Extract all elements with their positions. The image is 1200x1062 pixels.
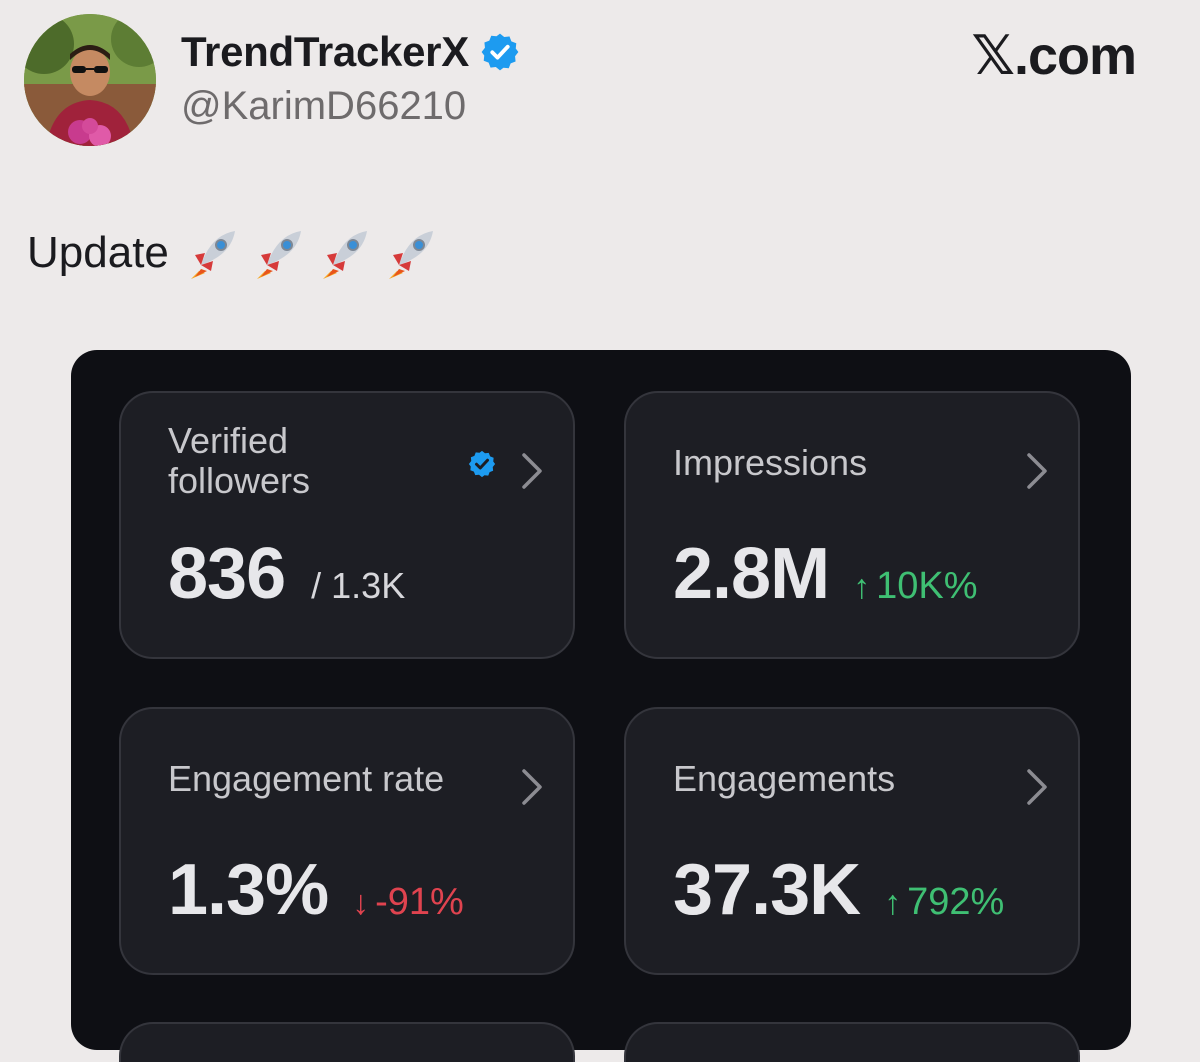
stat-card-verified-followers[interactable]: Verified followers 836 / 1.3K — [119, 391, 575, 659]
stat-value: 1.3% — [168, 850, 329, 930]
display-name-text: TrendTrackerX — [181, 28, 469, 75]
stat-card-impressions[interactable]: Impressions 2.8M ↑ 10K% — [624, 391, 1080, 659]
card-title: Impressions — [673, 442, 868, 483]
stat-delta: ↑ 792% — [884, 881, 1004, 924]
delta-value: 10K% — [876, 565, 978, 607]
card-title: Verified followers — [168, 421, 310, 501]
stat-total: / 1.3K — [311, 565, 406, 606]
card-value-row: 37.3K ↑ 792% — [673, 849, 1004, 931]
x-logo: 𝕏.com — [971, 26, 1137, 86]
stat-value: 37.3K — [673, 850, 861, 930]
card-title-line1: Verified — [168, 420, 289, 461]
profile-photo — [24, 14, 156, 146]
chevron-right-icon — [522, 769, 542, 805]
stat-card-engagements[interactable]: Engagements 37.3K ↑ 792% — [624, 707, 1080, 975]
post-text-content: Update — [27, 228, 169, 277]
chevron-right-icon — [1027, 769, 1047, 805]
stat-delta: ↓ -91% — [352, 881, 464, 924]
verified-badge-icon — [479, 31, 521, 73]
stat-delta: ↑ 10K% — [853, 565, 977, 608]
verified-badge-icon — [468, 450, 496, 478]
stat-value: 836 — [168, 534, 286, 614]
rocket-icon — [190, 231, 235, 279]
author-display-name[interactable]: TrendTrackerX — [181, 28, 521, 76]
rocket-icon — [388, 231, 433, 279]
stat-card-partial[interactable] — [119, 1022, 575, 1062]
stat-card-partial[interactable] — [624, 1022, 1080, 1062]
delta-value: -91% — [375, 881, 464, 923]
chevron-right-icon — [522, 453, 542, 489]
rocket-icon — [256, 231, 301, 279]
stat-card-engagement-rate[interactable]: Engagement rate 1.3% ↓ -91% — [119, 707, 575, 975]
author-handle[interactable]: @KarimD66210 — [181, 84, 466, 129]
avatar[interactable] — [24, 14, 156, 146]
stat-value: 2.8M — [673, 534, 830, 614]
card-title: Engagement rate — [168, 758, 445, 799]
card-title-line2: followers — [168, 460, 311, 501]
card-value-row: 2.8M ↑ 10K% — [673, 533, 977, 615]
arrow-down-icon: ↓ — [352, 884, 370, 922]
post-text: Update — [27, 225, 439, 281]
rocket-emoji-group — [185, 225, 439, 281]
analytics-screenshot[interactable]: Verified followers 836 / 1.3K Impression… — [71, 350, 1131, 1062]
chevron-right-icon — [1027, 453, 1047, 489]
card-value-row: 1.3% ↓ -91% — [168, 849, 464, 931]
arrow-up-icon: ↑ — [884, 884, 902, 922]
rocket-icon — [322, 231, 367, 279]
card-title: Engagements — [673, 758, 896, 799]
delta-value: 792% — [907, 881, 1005, 923]
card-value-row: 836 / 1.3K — [168, 533, 405, 615]
arrow-up-icon: ↑ — [853, 568, 871, 606]
